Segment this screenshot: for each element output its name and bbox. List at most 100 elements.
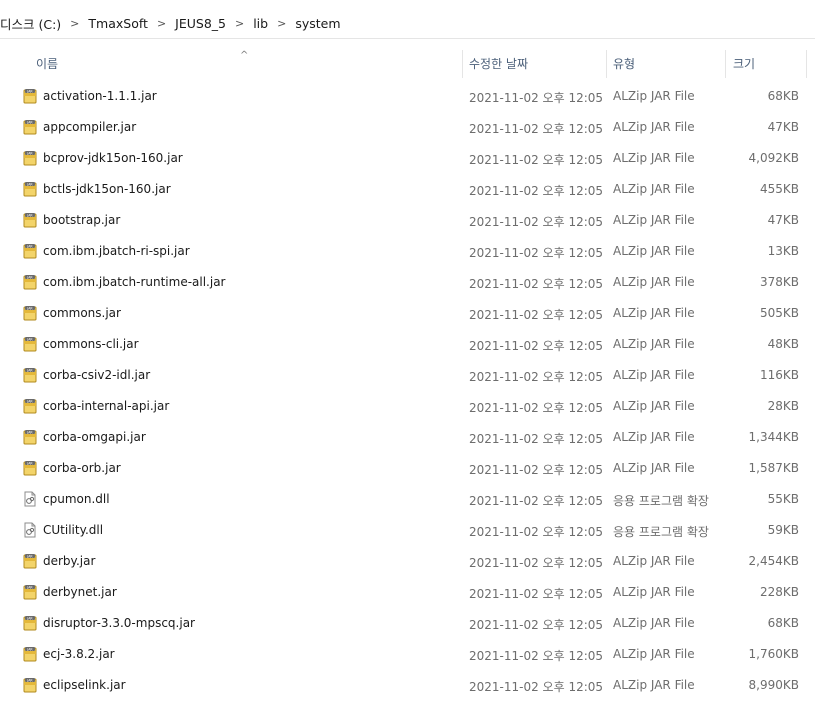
- breadcrumb-item-tmaxsoft[interactable]: TmaxSoft: [83, 16, 153, 31]
- file-row[interactable]: JAR corba-orb.jar 2021-11-02 오후 12:05 ALZip…: [0, 453, 815, 484]
- file-name: commons.jar: [43, 306, 121, 320]
- file-row[interactable]: JAR disruptor-3.3.0-mpscq.jar 2021-11-02 오…: [0, 608, 815, 639]
- file-name: corba-internal-api.jar: [43, 399, 170, 413]
- file-row[interactable]: JAR corba-omgapi.jar 2021-11-02 오후 12:05 AL…: [0, 422, 815, 453]
- file-name: cpumon.dll: [43, 492, 110, 506]
- file-row[interactable]: JAR activation-1.1.1.jar 2021-11-02 오후 12:…: [0, 81, 815, 112]
- chevron-right-icon[interactable]: >: [66, 17, 83, 30]
- svg-text:JAR: JAR: [26, 430, 33, 434]
- column-header-name[interactable]: 이름: [36, 48, 58, 78]
- file-name: CUtility.dll: [43, 523, 104, 537]
- file-date-modified: 2021-11-02 오후 12:05: [469, 122, 604, 136]
- file-date-modified: 2021-11-02 오후 12:05: [469, 339, 604, 353]
- file-type: ALZip JAR File: [613, 213, 695, 227]
- file-row[interactable]: JAR commons-cli.jar 2021-11-02 오후 12:05 ALZ…: [0, 329, 815, 360]
- file-type: ALZip JAR File: [613, 182, 695, 196]
- file-name: derby.jar: [43, 554, 96, 568]
- jar-file-icon: JAR: [22, 615, 38, 631]
- file-size: 2,454KB: [748, 554, 799, 568]
- file-size: 59KB: [767, 523, 799, 537]
- file-size: 228KB: [759, 585, 799, 599]
- column-header-date[interactable]: 수정한 날짜: [469, 48, 528, 78]
- file-date-modified: 2021-11-02 오후 12:05: [469, 618, 604, 632]
- breadcrumb-item-jeus[interactable]: JEUS8_5: [170, 16, 231, 31]
- file-date-modified: 2021-11-02 오후 12:05: [469, 649, 604, 663]
- column-divider[interactable]: [462, 50, 463, 78]
- breadcrumb-item-system[interactable]: system: [290, 16, 345, 31]
- file-type: ALZip JAR File: [613, 306, 695, 320]
- file-row[interactable]: JAR appcompiler.jar 2021-11-02 오후 12:05 ALZ…: [0, 112, 815, 143]
- file-size: 4,092KB: [748, 151, 799, 165]
- breadcrumb-item-drive[interactable]: 디스크 (C:): [0, 14, 66, 33]
- file-size: 1,344KB: [748, 430, 799, 444]
- dll-file-icon: [22, 522, 38, 538]
- file-row[interactable]: JAR bcprov-jdk15on-160.jar 2021-11-02 오후 1…: [0, 143, 815, 174]
- jar-file-icon: JAR: [22, 119, 38, 135]
- file-row[interactable]: CUtility.dll 2021-11-02 오후 12:05 응용 프로그램 확…: [0, 515, 815, 546]
- file-row[interactable]: JAR com.ibm.jbatch-runtime-all.jar 2021-11…: [0, 267, 815, 298]
- jar-file-icon: JAR: [22, 336, 38, 352]
- file-type: 응용 프로그램 확장: [613, 525, 709, 539]
- file-type: ALZip JAR File: [613, 275, 695, 289]
- file-date-modified: 2021-11-02 오후 12:05: [469, 246, 604, 260]
- chevron-right-icon[interactable]: >: [231, 17, 248, 30]
- svg-text:JAR: JAR: [26, 213, 33, 217]
- file-name: bctls-jdk15on-160.jar: [43, 182, 171, 196]
- svg-text:JAR: JAR: [26, 399, 33, 403]
- column-divider[interactable]: [606, 50, 607, 78]
- file-row[interactable]: JAR bctls-jdk15on-160.jar 2021-11-02 오후 12…: [0, 174, 815, 205]
- column-divider[interactable]: [725, 50, 726, 78]
- file-name: eclipselink.jar: [43, 678, 126, 692]
- file-row[interactable]: JAR com.ibm.jbatch-ri-spi.jar 2021-11-02 오…: [0, 236, 815, 267]
- svg-text:JAR: JAR: [26, 585, 33, 589]
- svg-text:JAR: JAR: [26, 182, 33, 186]
- file-size: 505KB: [759, 306, 799, 320]
- file-name: commons-cli.jar: [43, 337, 139, 351]
- column-divider[interactable]: [806, 50, 807, 78]
- file-date-modified: 2021-11-02 오후 12:05: [469, 91, 604, 105]
- file-date-modified: 2021-11-02 오후 12:05: [469, 494, 604, 508]
- file-type: ALZip JAR File: [613, 430, 695, 444]
- jar-file-icon: JAR: [22, 274, 38, 290]
- file-name: activation-1.1.1.jar: [43, 89, 157, 103]
- file-date-modified: 2021-11-02 오후 12:05: [469, 308, 604, 322]
- file-row[interactable]: cpumon.dll 2021-11-02 오후 12:05 응용 프로그램 확장 5…: [0, 484, 815, 515]
- file-type: ALZip JAR File: [613, 554, 695, 568]
- file-name: derbynet.jar: [43, 585, 117, 599]
- file-row[interactable]: JAR bootstrap.jar 2021-11-02 오후 12:05 ALZip…: [0, 205, 815, 236]
- chevron-right-icon[interactable]: >: [273, 17, 290, 30]
- jar-file-icon: JAR: [22, 150, 38, 166]
- chevron-right-icon[interactable]: >: [153, 17, 170, 30]
- file-date-modified: 2021-11-02 오후 12:05: [469, 401, 604, 415]
- file-row[interactable]: JAR corba-internal-api.jar 2021-11-02 오후 1…: [0, 391, 815, 422]
- file-type: ALZip JAR File: [613, 89, 695, 103]
- jar-file-icon: JAR: [22, 88, 38, 104]
- file-name: corba-orb.jar: [43, 461, 121, 475]
- address-breadcrumb[interactable]: 디스크 (C:) > TmaxSoft > JEUS8_5 > lib > sy…: [0, 8, 815, 39]
- file-type: ALZip JAR File: [613, 678, 695, 692]
- jar-file-icon: JAR: [22, 305, 38, 321]
- file-date-modified: 2021-11-02 오후 12:05: [469, 432, 604, 446]
- file-row[interactable]: JAR derby.jar 2021-11-02 오후 12:05 ALZip JAR…: [0, 546, 815, 577]
- file-type: ALZip JAR File: [613, 368, 695, 382]
- file-size: 1,587KB: [748, 461, 799, 475]
- file-row[interactable]: JAR eclipselink.jar 2021-11-02 오후 12:05 ALZ…: [0, 670, 815, 701]
- jar-file-icon: JAR: [22, 429, 38, 445]
- svg-text:JAR: JAR: [26, 368, 33, 372]
- breadcrumb-item-lib[interactable]: lib: [248, 16, 273, 31]
- file-row[interactable]: JAR derbynet.jar 2021-11-02 오후 12:05 ALZip …: [0, 577, 815, 608]
- file-date-modified: 2021-11-02 오후 12:05: [469, 525, 604, 539]
- file-row[interactable]: JAR ecj-3.8.2.jar 2021-11-02 오후 12:05 ALZip…: [0, 639, 815, 670]
- file-name: appcompiler.jar: [43, 120, 137, 134]
- file-type: ALZip JAR File: [613, 585, 695, 599]
- file-size: 47KB: [767, 120, 799, 134]
- file-name: ecj-3.8.2.jar: [43, 647, 115, 661]
- column-header-type[interactable]: 유형: [613, 48, 635, 78]
- file-size: 28KB: [767, 399, 799, 413]
- svg-text:JAR: JAR: [26, 89, 33, 93]
- file-row[interactable]: JAR corba-csiv2-idl.jar 2021-11-02 오후 12:0…: [0, 360, 815, 391]
- file-row[interactable]: JAR commons.jar 2021-11-02 오후 12:05 ALZip J…: [0, 298, 815, 329]
- svg-text:JAR: JAR: [26, 461, 33, 465]
- column-header-size[interactable]: 크기: [733, 48, 755, 78]
- file-date-modified: 2021-11-02 오후 12:05: [469, 277, 604, 291]
